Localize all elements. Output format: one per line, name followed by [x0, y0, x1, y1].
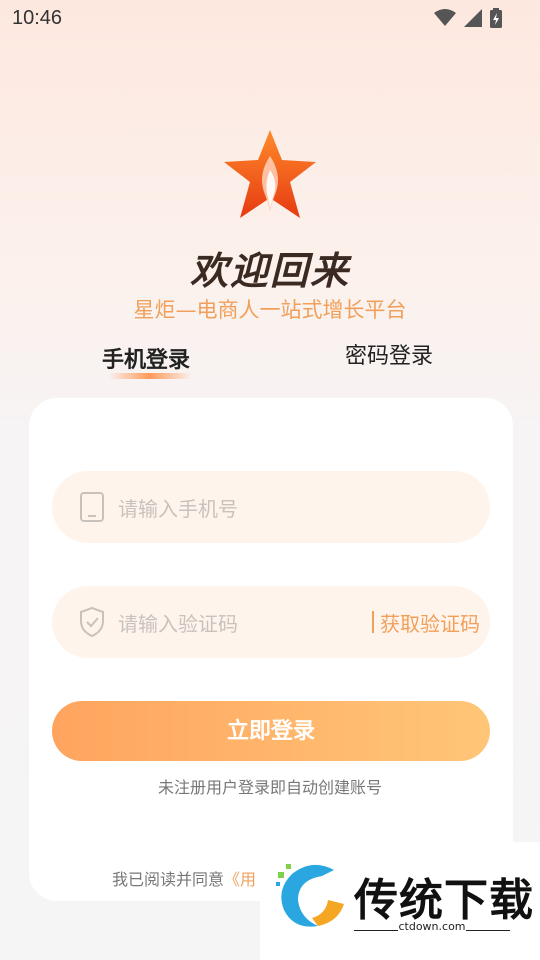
status-bar: 10:46: [0, 0, 540, 36]
login-button[interactable]: 立即登录: [52, 701, 490, 761]
watermark-title: 传统下载: [354, 875, 534, 926]
phone-input[interactable]: 请输入手机号: [52, 471, 490, 543]
status-time: 10:46: [12, 7, 63, 29]
wifi-icon: [434, 9, 456, 26]
tab-password-login[interactable]: 密码登录: [345, 338, 433, 370]
watermark-logo-icon: [276, 864, 344, 927]
phone-placeholder: 请输入手机号: [118, 497, 238, 521]
watermark-url: ctdown.com: [398, 920, 466, 933]
agreement-text: 我已阅读并同意《用: [112, 866, 256, 890]
battery-icon: [490, 8, 502, 28]
tab-phone-login[interactable]: 手机登录: [102, 342, 190, 374]
signal-icon: [464, 9, 482, 27]
verification-code-input[interactable]: 请输入验证码 获取验证码: [52, 586, 490, 658]
login-button-label: 立即登录: [226, 718, 315, 743]
phone-icon: [80, 492, 104, 522]
watermark: 传统下载 ctdown.com: [260, 842, 540, 960]
active-tab-indicator: [108, 373, 192, 379]
shield-icon: [80, 606, 104, 638]
watermark-line-right: [466, 930, 510, 931]
agreement-link[interactable]: 《用: [224, 870, 256, 889]
code-placeholder: 请输入验证码: [118, 612, 238, 636]
agreement-prefix: 我已阅读并同意: [112, 870, 225, 889]
torch-star-icon: [224, 130, 316, 218]
register-note: 未注册用户登录即自动创建账号: [157, 778, 382, 797]
welcome-title: 欢迎回来: [189, 249, 350, 293]
code-divider: [372, 611, 374, 633]
get-code-button[interactable]: 获取验证码: [380, 608, 480, 637]
app-subtitle: 星炬—电商人一站式增长平台: [133, 298, 407, 322]
